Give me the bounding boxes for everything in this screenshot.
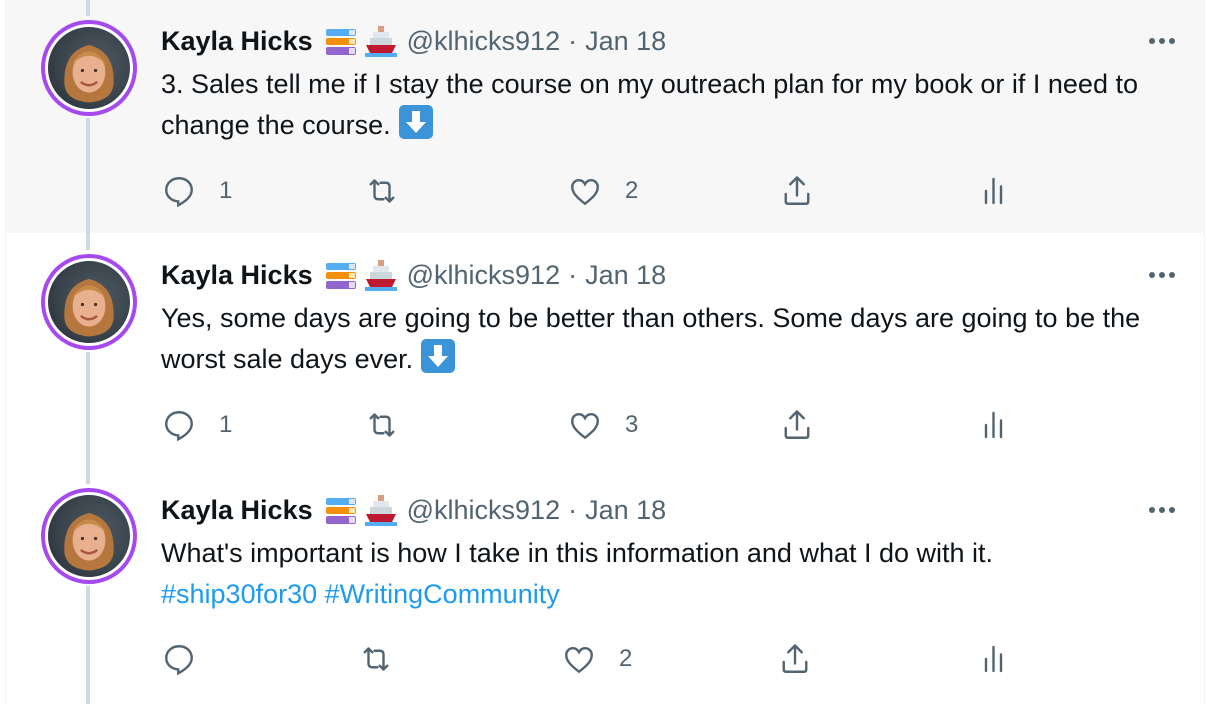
tweet-text: Yes, some days are going to be better th…: [161, 298, 1171, 380]
ship-emoji: [364, 495, 397, 526]
tweet-date[interactable]: Jan 18: [585, 495, 666, 526]
badge-emojis: [323, 492, 399, 528]
hashtag-link[interactable]: #ship30for30: [161, 579, 317, 609]
tweet-thread: Kayla Hicks @klhicks912 · Jan 18 3. Sale…: [5, 0, 1205, 704]
more-icon: [1149, 272, 1175, 278]
badge-emojis: [323, 23, 399, 59]
avatar-photo: [45, 24, 133, 112]
like-button[interactable]: 3: [567, 405, 638, 445]
display-name[interactable]: Kayla Hicks: [161, 26, 313, 57]
more-options-button[interactable]: [1142, 495, 1182, 525]
retweet-button[interactable]: [364, 405, 422, 445]
display-name[interactable]: Kayla Hicks: [161, 495, 313, 526]
more-options-button[interactable]: [1142, 260, 1182, 290]
tweet-actions: 2: [161, 639, 1041, 679]
avatar[interactable]: [41, 488, 137, 584]
tweet-text-body: What's important is how I take in this i…: [161, 538, 994, 568]
tweet-date[interactable]: Jan 18: [585, 26, 666, 57]
separator-dot: ·: [568, 494, 578, 525]
thread-line: [86, 352, 90, 468]
share-button[interactable]: [779, 405, 815, 445]
down-arrow-emoji: [398, 105, 433, 139]
tweet-actions: 1 3: [161, 405, 1041, 445]
tweet-text: 3. Sales tell me if I stay the course on…: [161, 64, 1171, 146]
reply-button[interactable]: 1: [161, 171, 232, 211]
tweet[interactable]: Kayla Hicks @klhicks912: [6, 468, 1204, 704]
retweet-icon: [363, 647, 389, 671]
thread-line: [86, 233, 90, 250]
more-icon: [1149, 38, 1175, 44]
avatar-photo: [45, 492, 133, 580]
retweet-icon: [369, 179, 395, 203]
books-emoji: [325, 498, 356, 524]
thread-line: [86, 586, 90, 704]
avatar-face-image: [64, 513, 114, 571]
display-name[interactable]: Kayla Hicks: [161, 260, 313, 291]
share-icon: [784, 176, 810, 205]
tweet[interactable]: Kayla Hicks @klhicks912: [6, 233, 1204, 468]
ship-emoji: [364, 260, 397, 291]
tweet-text-body: Yes, some days are going to be better th…: [161, 303, 1141, 374]
analytics-button[interactable]: [977, 171, 1013, 211]
thread-line: [86, 0, 90, 16]
reply-count: 1: [219, 177, 233, 204]
share-icon: [784, 410, 810, 439]
thread-line: [86, 468, 90, 484]
reply-button[interactable]: [161, 639, 219, 679]
retweet-button[interactable]: [358, 639, 416, 679]
hashtag-link[interactable]: #WritingCommunity: [325, 579, 560, 609]
handle[interactable]: @klhicks912: [407, 26, 560, 57]
like-count: 3: [625, 411, 639, 438]
analytics-icon: [984, 177, 1003, 205]
books-emoji: [325, 29, 356, 55]
tweet[interactable]: Kayla Hicks @klhicks912: [6, 0, 1204, 233]
badge-emojis: [323, 257, 399, 293]
more-options-button[interactable]: [1142, 26, 1182, 56]
ship-emoji: [364, 26, 397, 57]
retweet-button[interactable]: [364, 171, 422, 211]
analytics-icon: [984, 645, 1003, 673]
like-button[interactable]: 2: [567, 171, 638, 211]
share-button[interactable]: [779, 171, 815, 211]
avatar-photo: [45, 258, 133, 346]
tweet-text: What's important is how I take in this i…: [161, 533, 1171, 615]
analytics-icon: [984, 411, 1003, 439]
analytics-button[interactable]: [977, 405, 1013, 445]
like-icon: [571, 178, 599, 206]
reply-count: 1: [219, 411, 233, 438]
handle[interactable]: @klhicks912: [407, 495, 560, 526]
like-count: 2: [625, 177, 639, 204]
analytics-button[interactable]: [977, 639, 1013, 679]
avatar-face-image: [64, 279, 114, 337]
reply-icon: [165, 411, 193, 442]
like-icon: [571, 412, 599, 440]
reply-button[interactable]: 1: [161, 405, 232, 445]
reply-icon: [165, 645, 193, 676]
tweet-date[interactable]: Jan 18: [585, 260, 666, 291]
tweet-text-body: 3. Sales tell me if I stay the course on…: [161, 69, 1138, 140]
tweet-actions: 1 2: [161, 171, 1041, 211]
retweet-icon: [369, 413, 395, 437]
thread-line: [86, 118, 90, 233]
books-emoji: [325, 263, 356, 289]
down-arrow-emoji: [421, 339, 456, 373]
like-button[interactable]: 2: [561, 639, 632, 679]
reply-icon: [165, 177, 193, 208]
separator-dot: ·: [568, 259, 578, 290]
like-count: 2: [619, 645, 633, 672]
avatar-face-image: [64, 45, 114, 103]
more-icon: [1149, 507, 1175, 513]
avatar[interactable]: [41, 254, 137, 350]
share-icon: [782, 644, 808, 673]
separator-dot: ·: [568, 25, 578, 56]
like-icon: [565, 646, 593, 674]
share-button[interactable]: [777, 639, 813, 679]
handle[interactable]: @klhicks912: [407, 260, 560, 291]
avatar[interactable]: [41, 20, 137, 116]
